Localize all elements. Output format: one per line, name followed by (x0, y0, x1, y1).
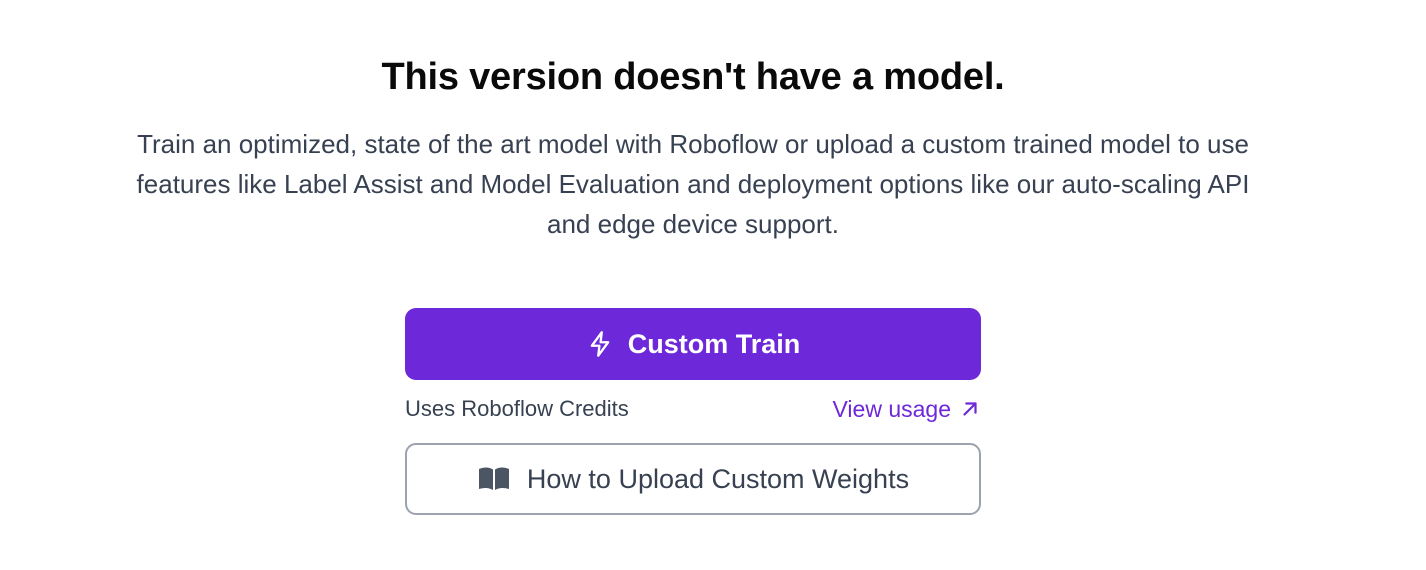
credits-note: Uses Roboflow Credits (405, 396, 629, 421)
upload-custom-weights-button[interactable]: How to Upload Custom Weights (405, 443, 981, 515)
custom-train-button[interactable]: Custom Train (405, 308, 981, 380)
custom-train-label: Custom Train (627, 328, 801, 359)
upload-custom-weights-label: How to Upload Custom Weights (526, 463, 910, 494)
no-model-empty-state: This version doesn't have a model. Train… (0, 0, 1426, 570)
arrow-up-right-icon (959, 398, 981, 420)
view-usage-label: View usage (832, 395, 952, 422)
view-usage-link[interactable]: View usage (833, 396, 982, 423)
empty-state-description: Train an optimized, state of the art mod… (136, 129, 1250, 239)
actions-panel: Custom Train Uses Roboflow Credits View … (405, 308, 981, 515)
page-title: This version doesn't have a model. (381, 56, 1005, 98)
credits-row: Uses Roboflow Credits View usage (405, 394, 981, 424)
open-book-icon (477, 465, 511, 493)
lightning-bolt-icon (586, 330, 614, 358)
